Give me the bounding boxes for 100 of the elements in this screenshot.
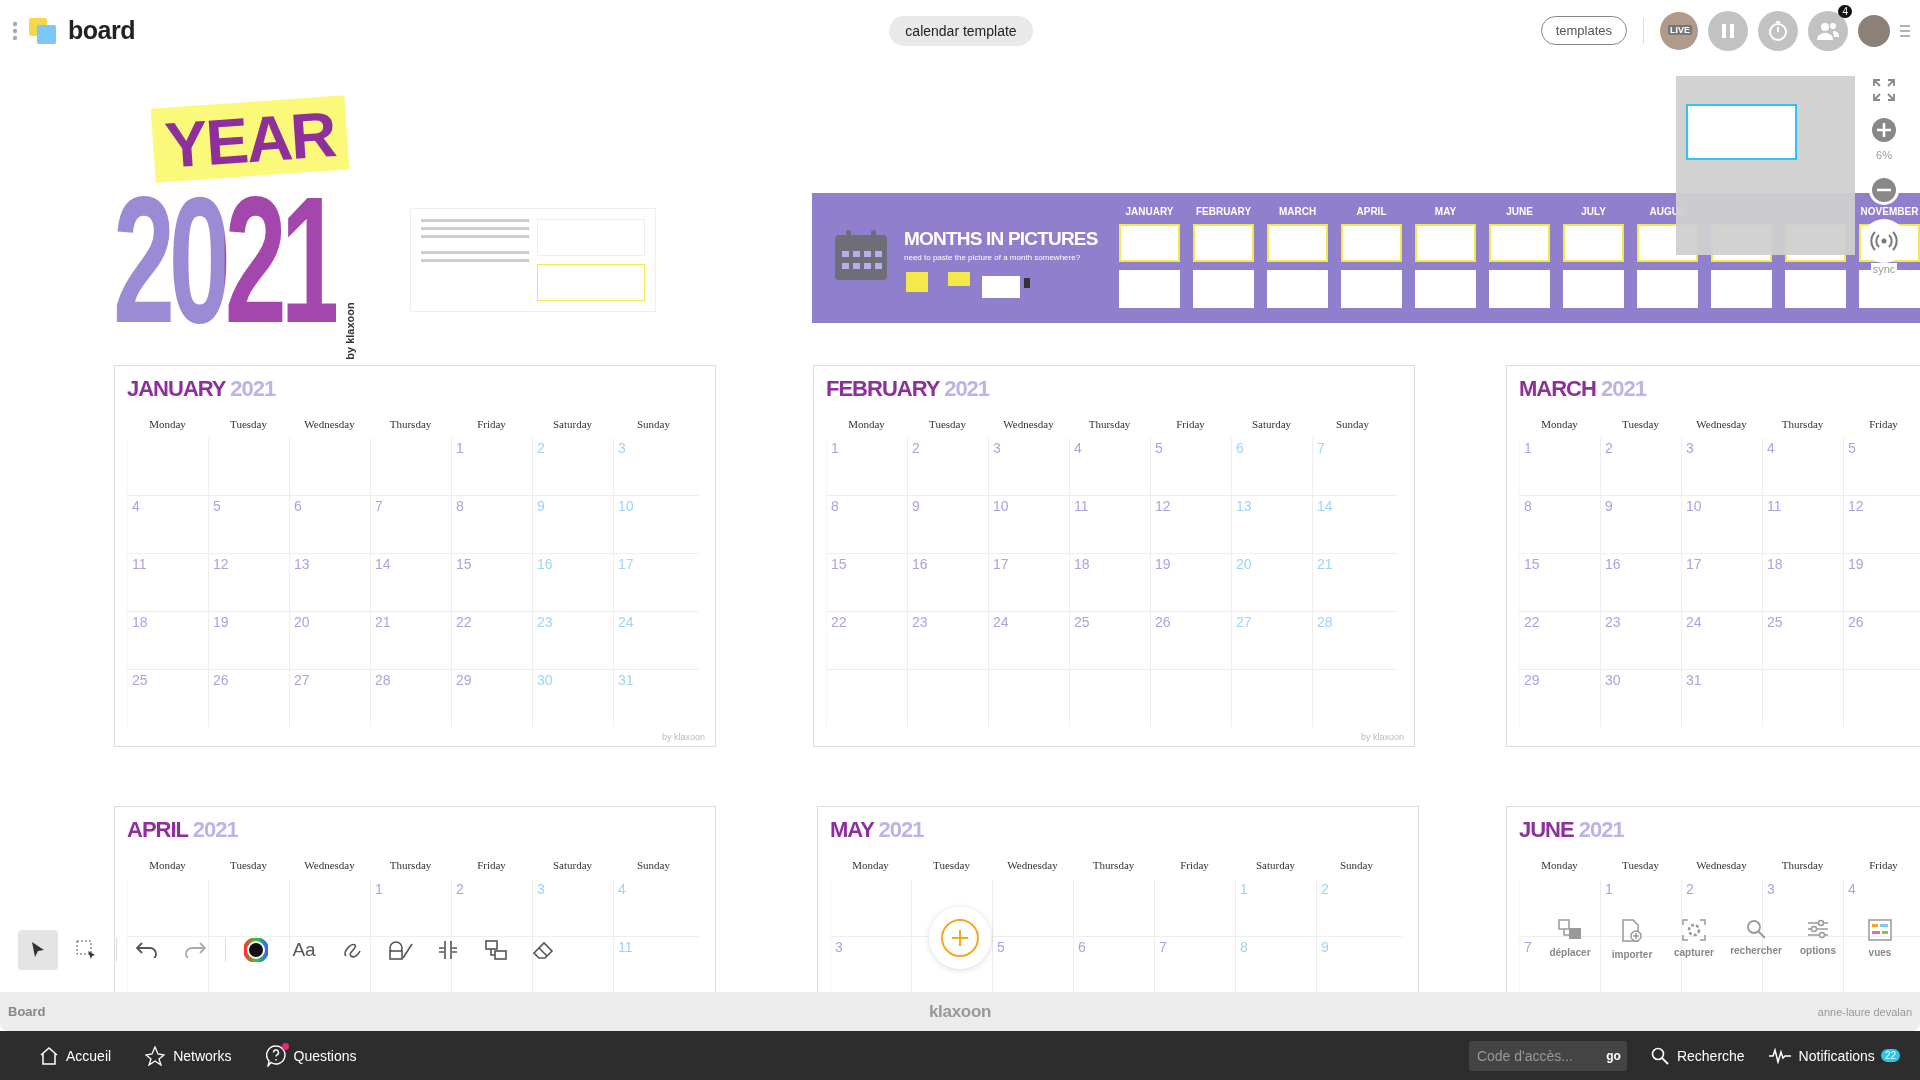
day-number: 3: [835, 939, 843, 955]
day-number: 16: [912, 556, 928, 572]
day-number: 26: [1848, 614, 1864, 630]
day-number: 23: [1605, 614, 1621, 630]
day-number: 19: [1848, 556, 1864, 572]
year-label: 2021: [1578, 817, 1624, 842]
calendar-icon: [834, 229, 888, 281]
marquee-select-icon: [76, 940, 96, 960]
weekday-header: Thursday: [389, 418, 432, 432]
views-action-button[interactable]: vues: [1850, 919, 1910, 960]
year-label: 2021: [944, 376, 990, 401]
select-tool-button[interactable]: [18, 930, 58, 970]
day-number: 8: [1524, 498, 1532, 514]
day-number: 9: [912, 498, 920, 514]
participant-avatar[interactable]: [1660, 11, 1698, 50]
move-action-button[interactable]: déplacer: [1540, 919, 1600, 960]
weekday-header: Friday: [477, 859, 506, 873]
weekday-header: Saturday: [1251, 418, 1292, 432]
weekday-header: Thursday: [1092, 859, 1135, 873]
weekday-header: Sunday: [1336, 418, 1369, 432]
zoom-out-button[interactable]: [1869, 175, 1899, 205]
weekday-header: Tuesday: [230, 418, 267, 432]
day-number: 24: [993, 614, 1009, 630]
user-name: anne-laure devalan: [1817, 1005, 1912, 1018]
access-code-field[interactable]: Code d'accès... go: [1468, 1040, 1627, 1071]
day-number: 11: [618, 939, 633, 955]
weekday-header: Monday: [1541, 859, 1578, 873]
search-action-button[interactable]: rechercher: [1726, 919, 1786, 960]
day-number: 5: [1155, 440, 1163, 456]
year-sticker: YEAR: [150, 95, 350, 183]
month-calendar-thumbnail: [1267, 270, 1328, 308]
day-number: 20: [1236, 556, 1252, 572]
day-number: 19: [213, 614, 229, 630]
klaxoon-wordmark: klaxoon: [928, 1001, 992, 1022]
networks-nav-link[interactable]: Networks: [145, 1045, 232, 1066]
weekday-header: Sunday: [637, 418, 670, 432]
day-number: 12: [1155, 498, 1171, 514]
options-action-button[interactable]: options: [1788, 919, 1848, 960]
month-label: NOVEMBER: [1860, 206, 1919, 219]
day-number: 27: [1236, 614, 1252, 630]
day-number: 2: [456, 881, 464, 897]
weekday-header: Friday: [1869, 418, 1898, 432]
day-number: 7: [375, 498, 383, 514]
fullscreen-icon[interactable]: [1873, 79, 1895, 101]
month-name: FEBRUARY: [826, 376, 939, 401]
day-number: 26: [213, 672, 229, 688]
month-picture-slot: [1119, 224, 1180, 262]
card-footer: by klaxoon: [661, 732, 705, 742]
day-number: 2: [537, 440, 545, 456]
home-nav-link[interactable]: Accueil: [40, 1046, 112, 1065]
minimap-viewport[interactable]: [1686, 104, 1797, 160]
notifications-nav-link[interactable]: Notifications: [1768, 1047, 1875, 1064]
day-number: 4: [1848, 881, 1856, 897]
day-number: 23: [912, 614, 928, 630]
menu-icon[interactable]: [1900, 23, 1910, 38]
search-nav-link[interactable]: Recherche: [1650, 1046, 1745, 1065]
users-icon: [1816, 20, 1840, 41]
day-number: 4: [618, 881, 626, 897]
sliders-icon: [1807, 919, 1829, 939]
capture-action-button[interactable]: capturer: [1664, 919, 1724, 960]
search-icon: [1746, 919, 1766, 939]
import-action-button[interactable]: importer: [1602, 919, 1662, 960]
weekday-header: Tuesday: [1622, 418, 1659, 432]
month-label: MARCH: [1278, 206, 1317, 219]
day-number: 1: [1524, 440, 1532, 456]
day-number: 1: [375, 881, 383, 897]
day-number: 9: [1605, 498, 1613, 514]
day-number: 25: [132, 672, 148, 688]
more-menu-icon[interactable]: [12, 20, 18, 41]
year-label: 2021: [878, 817, 924, 842]
weekday-header: Friday: [1176, 418, 1205, 432]
day-number: 2: [912, 440, 920, 456]
pause-icon: [1721, 22, 1735, 39]
text-tool-button[interactable]: Aa: [284, 930, 324, 970]
day-number: 10: [993, 498, 1009, 514]
month-calendar-thumbnail: [1785, 270, 1846, 308]
templates-button[interactable]: templates: [1540, 16, 1627, 45]
day-number: 11: [1074, 498, 1089, 514]
board-name-button[interactable]: calendar template: [889, 15, 1033, 46]
weekday-header: Monday: [848, 418, 885, 432]
day-number: 2: [1686, 881, 1694, 897]
weekday-header: Friday: [1869, 859, 1898, 873]
align-icon: [438, 940, 458, 960]
day-number: 13: [294, 556, 310, 572]
day-number: 31: [1686, 672, 1702, 688]
day-number: 17: [993, 556, 1009, 572]
month-label: JUNE: [1506, 206, 1533, 219]
month-name: JANUARY: [127, 376, 226, 401]
day-number: 5: [213, 498, 221, 514]
go-button[interactable]: go: [1606, 1048, 1621, 1063]
weekday-header: Wednesday: [1003, 418, 1054, 432]
weekday-header: Wednesday: [1696, 418, 1747, 432]
day-number: 8: [831, 498, 839, 514]
weekday-header: Sunday: [1340, 859, 1373, 873]
weekday-header: Monday: [149, 859, 186, 873]
user-avatar[interactable]: [1858, 14, 1890, 47]
questions-nav-link[interactable]: Questions: [265, 1044, 357, 1067]
month-calendar-thumbnail: [1193, 270, 1254, 308]
day-number: 13: [1236, 498, 1252, 514]
day-number: 30: [537, 672, 553, 688]
